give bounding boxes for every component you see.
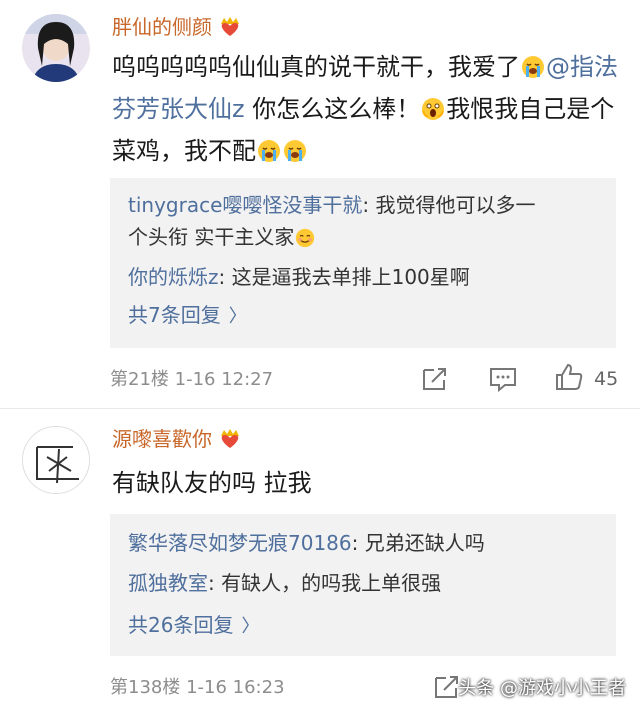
replies-panel: 繁华落尽如梦无痕70186: 兄弟还缺人吗 孤独教室: 有缺人，的吗我上单很强 … (110, 514, 616, 656)
crying-face-emoji-icon (521, 50, 545, 78)
comment-item: 胖仙的侧颜 呜呜呜呜呜仙仙真的说干就干，我爱了 @指法芬芳张大仙z 你怎么这么棒！… (0, 0, 640, 410)
reply-item[interactable]: 孤独教室: 有缺人，的吗我上单很强 (128, 564, 602, 602)
chevron-right-icon: 〉 (228, 306, 247, 327)
divider (0, 408, 640, 409)
reply-username[interactable]: 孤独教室 (128, 571, 208, 595)
share-button[interactable] (420, 364, 450, 394)
chevron-right-icon: 〉 (241, 616, 260, 637)
reply-text: : 兄弟还缺人吗 (351, 531, 485, 555)
reply-item[interactable]: 繁华落尽如梦无痕70186: 兄弟还缺人吗 (128, 524, 602, 562)
reply-item-continued: 个头衔 实干主义家 (128, 218, 602, 256)
crown-heart-badge-icon (218, 427, 242, 449)
view-more-replies-link[interactable]: 共7条回复〉 (128, 300, 247, 332)
view-more-replies-label[interactable]: 共26条回复 (128, 613, 233, 637)
reply-text: : 这是逼我去单排上100星啊 (218, 265, 470, 289)
reply-text: 个头衔 实干主义家 (128, 225, 295, 249)
reply-text: : 我觉得他可以多一 (362, 193, 536, 217)
crying-face-emoji-icon (257, 134, 281, 162)
reply-text: : 有缺人，的吗我上单很强 (208, 571, 442, 595)
comment-text-part: 你怎么这么棒！ (244, 95, 421, 123)
view-more-replies-label[interactable]: 共7条回复 (128, 303, 221, 327)
avatar[interactable] (22, 426, 90, 494)
avatar[interactable] (22, 14, 90, 82)
floor-timestamp: 第138楼 1-16 16:23 (110, 677, 285, 698)
like-button[interactable] (554, 362, 584, 392)
reply-button[interactable] (488, 364, 518, 394)
reply-username[interactable]: 你的烁烁z (128, 265, 219, 289)
replies-panel: tinygrace嘤嘤怪没事干就: 我觉得他可以多一 个头衔 实干主义家 你的烁… (110, 178, 616, 348)
comment-item: 源嚟喜歡你 有缺队友的吗 拉我 繁华落尽如梦无痕70186: 兄弟还缺人吗 孤独… (0, 410, 640, 712)
reply-username[interactable]: tinygrace嘤嘤怪没事干就 (128, 193, 362, 217)
username-text[interactable]: 胖仙的侧颜 (112, 15, 212, 39)
crown-heart-badge-icon (218, 15, 242, 37)
comment-text-part: 呜呜呜呜呜仙仙真的说干就干，我爱了 (112, 53, 520, 81)
comment-icon (490, 368, 516, 393)
reply-item[interactable]: 你的烁烁z: 这是逼我去单排上100星啊 (128, 258, 602, 296)
smiling-face-emoji-icon (295, 222, 315, 248)
comment-text: 有缺队友的吗 拉我 (112, 469, 312, 497)
like-count: 45 (594, 368, 619, 390)
share-icon (423, 368, 446, 390)
reply-username[interactable]: 繁华落尽如梦无痕70186 (128, 531, 352, 555)
floor-timestamp: 第21楼 1-16 12:27 (110, 369, 274, 390)
view-more-replies-link[interactable]: 共26条回复〉 (128, 610, 259, 642)
thumbs-up-icon (556, 363, 583, 390)
comment-text: 呜呜呜呜呜仙仙真的说干就干，我爱了 @指法芬芳张大仙z 你怎么这么棒！ 我恨我自己是… (112, 46, 624, 172)
screaming-face-emoji-icon (421, 92, 445, 120)
username[interactable]: 胖仙的侧颜 (112, 14, 242, 40)
username-text[interactable]: 源嚟喜歡你 (112, 427, 212, 451)
crying-face-emoji-icon (283, 134, 307, 162)
watermark: 头条 @游戏小小王者 (458, 678, 626, 699)
username[interactable]: 源嚟喜歡你 (112, 426, 242, 452)
